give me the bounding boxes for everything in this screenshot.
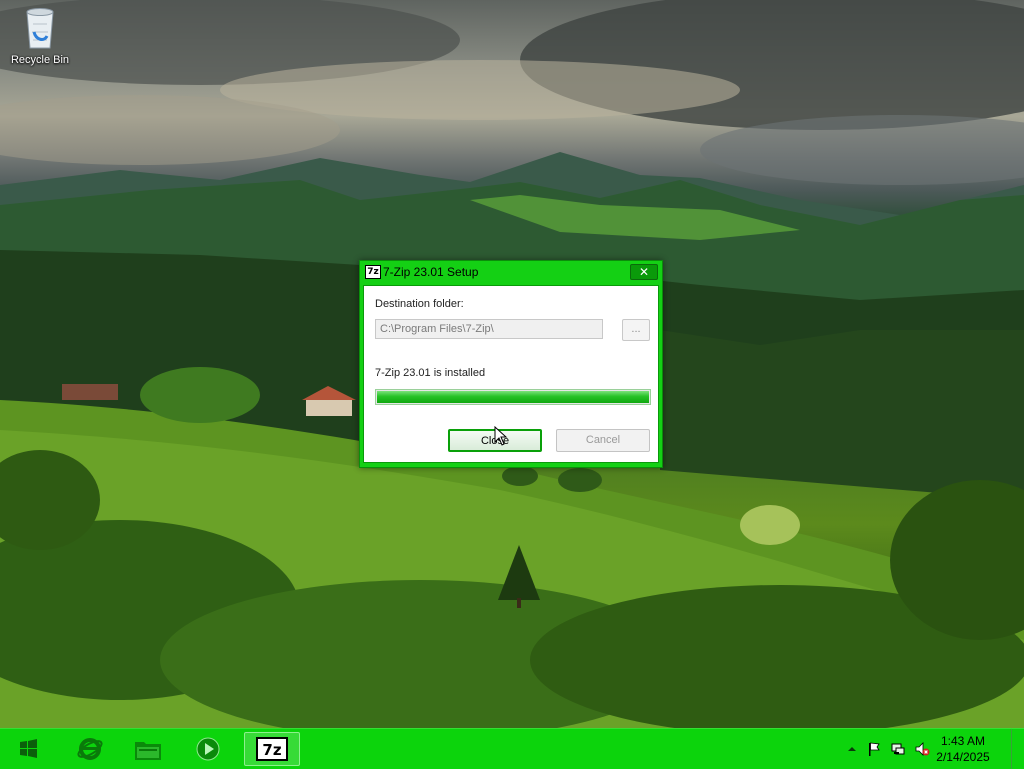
taskbar-media-player[interactable]	[180, 732, 236, 766]
close-icon: ✕	[638, 265, 650, 279]
svg-text:7z: 7z	[262, 741, 281, 759]
taskbar-internet-explorer[interactable]	[62, 732, 118, 766]
dialog-title: 7-Zip 23.01 Setup	[383, 265, 479, 279]
folder-icon	[135, 742, 161, 760]
recycle-bin-label: Recycle Bin	[10, 54, 70, 66]
start-button[interactable]	[6, 733, 52, 765]
dialog-content: Destination folder: ... 7-Zip 23.01 is i…	[363, 285, 659, 463]
7zip-icon: 7z	[256, 737, 288, 761]
show-hidden-icons-icon[interactable]	[844, 741, 860, 757]
system-clock[interactable]: 1:43 AM 2/14/2025	[928, 733, 998, 765]
destination-folder-input[interactable]	[375, 319, 603, 339]
network-icon[interactable]	[890, 741, 906, 757]
internet-explorer-icon	[77, 738, 103, 760]
install-status-text: 7-Zip 23.01 is installed	[375, 367, 486, 379]
browse-button[interactable]: ...	[622, 319, 650, 341]
media-player-icon	[196, 737, 220, 761]
clock-time: 1:43 AM	[940, 734, 986, 748]
recycle-bin-shortcut[interactable]: Recycle Bin	[4, 6, 76, 66]
windows-logo-icon	[20, 739, 37, 758]
dialog-titlebar[interactable]: 7z 7-Zip 23.01 Setup ✕	[360, 261, 662, 283]
setup-dialog: 7z 7-Zip 23.01 Setup ✕ Destination folde…	[359, 260, 663, 468]
destination-folder-label: Destination folder:	[375, 298, 464, 310]
taskbar-7zip-setup[interactable]: 7z	[244, 732, 300, 766]
flag-icon[interactable]	[866, 741, 882, 757]
progress-fill	[377, 391, 649, 403]
show-desktop-button[interactable]	[1011, 729, 1024, 769]
recycle-bin-icon	[23, 6, 57, 50]
install-progress-bar	[375, 389, 651, 405]
taskbar-file-explorer[interactable]	[120, 732, 176, 766]
7zip-icon: 7z	[365, 265, 381, 279]
close-window-button[interactable]: ✕	[630, 264, 658, 280]
cancel-button[interactable]: Cancel	[556, 429, 650, 452]
clock-date: 2/14/2025	[936, 750, 990, 764]
taskbar: 7z 1:43 AM 2/14/2025	[0, 728, 1024, 769]
mouse-pointer-icon	[494, 426, 508, 446]
